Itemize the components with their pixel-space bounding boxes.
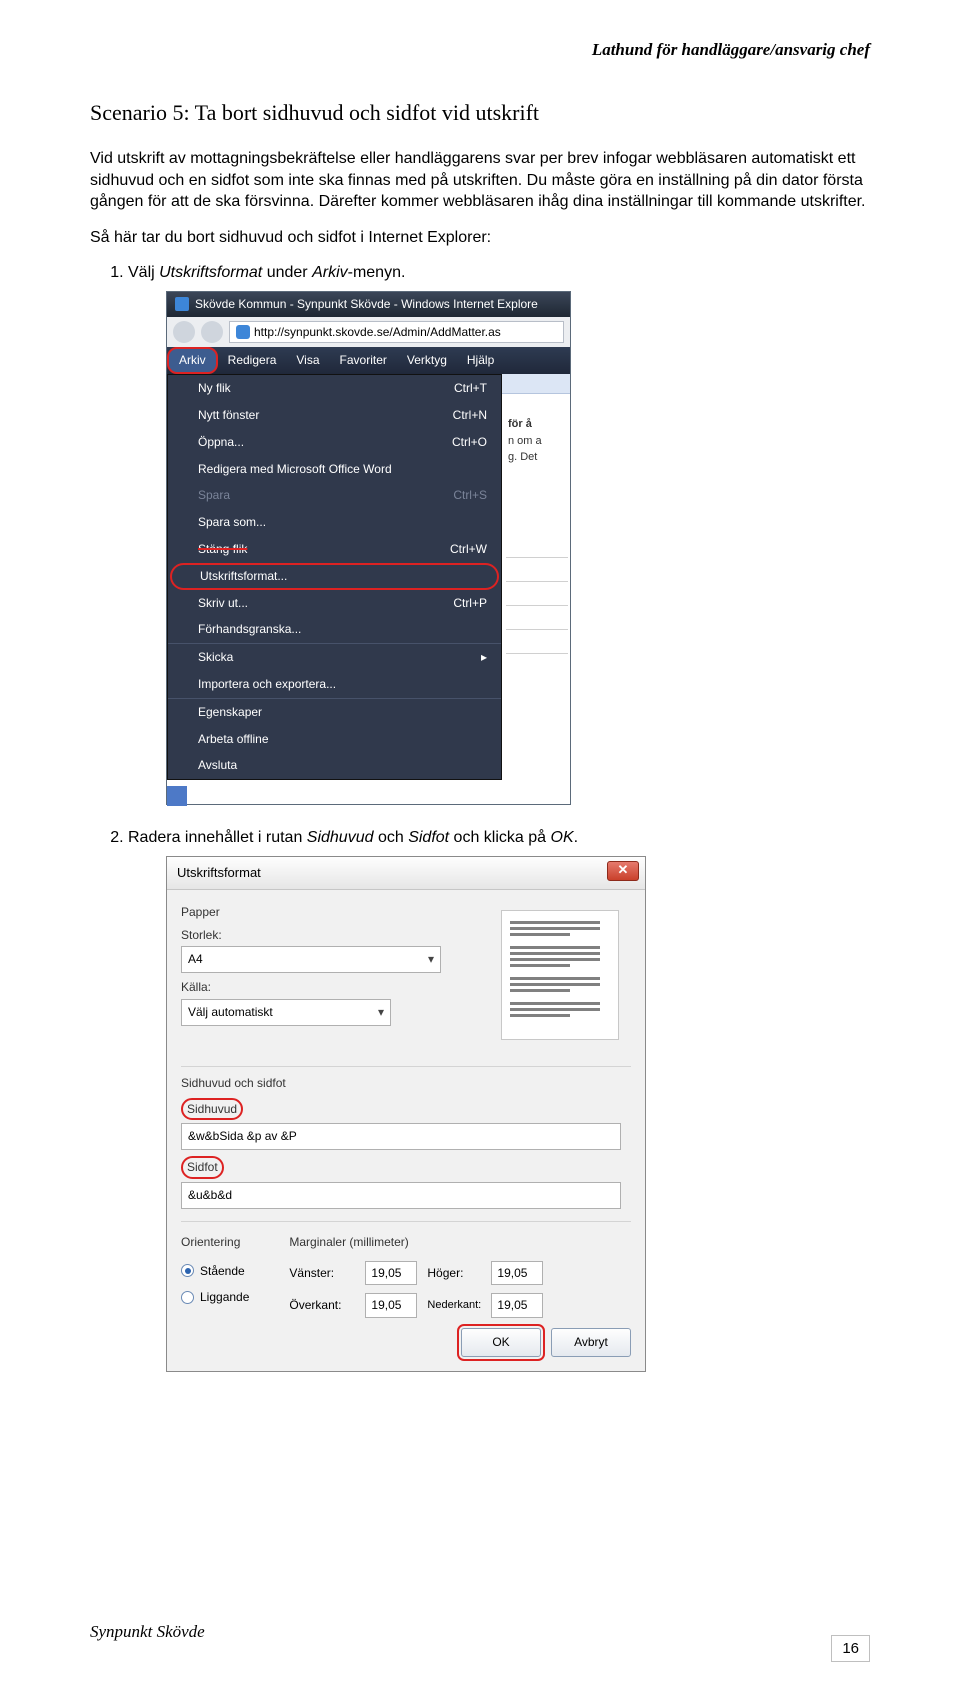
menu-avsluta[interactable]: Avsluta [168,752,501,779]
page-field-lines [506,534,568,674]
label-sidfot: Sidfot [181,1156,631,1179]
taskbar-peek [167,786,187,806]
menu-egenskaper[interactable]: Egenskaper [168,698,501,726]
menu-importera[interactable]: Importera och exportera... [168,671,501,698]
avbryt-button[interactable]: Avbryt [551,1328,631,1357]
url-text: http://synpunkt.skovde.se/Admin/AddMatte… [254,324,501,341]
radio-staende[interactable]: Stående [181,1263,249,1280]
paragraph-2: Så här tar du bort sidhuvud och sidfot i… [90,227,870,249]
radio-icon [181,1264,194,1277]
input-hoger[interactable]: 19,05 [491,1261,543,1286]
url-input[interactable]: http://synpunkt.skovde.se/Admin/AddMatte… [229,321,564,344]
group-orientering: Orientering [181,1234,249,1251]
list-item-1: Välj Utskriftsformat under Arkiv-menyn. … [128,262,870,805]
paragraph-1: Vid utskrift av mottagningsbekräftelse e… [90,148,870,213]
menu-redigera[interactable]: Redigera [218,347,287,374]
input-sidhuvud[interactable]: &w&bSida &p av &P [181,1123,621,1150]
menu-favoriter[interactable]: Favoriter [330,347,397,374]
page-preview [501,910,619,1040]
menu-spara: SparaCtrl+S [168,482,501,509]
ie-e-icon [236,325,250,339]
menu-sparasom[interactable]: Spara som... [168,509,501,536]
menu-stangflik[interactable]: Stäng flikCtrl+W [168,536,501,563]
group-papper: Papper [181,904,483,921]
input-nederkant[interactable]: 19,05 [491,1293,543,1318]
menu-skicka[interactable]: Skicka [168,643,501,671]
list-item-2: Radera innehållet i rutan Sidhuvud och S… [128,827,870,1372]
arkiv-dropdown: Ny flikCtrl+T Nytt fönsterCtrl+N Öppna..… [167,374,502,780]
footer-left: Synpunkt Skövde [90,1622,205,1642]
label-overkant: Överkant: [289,1297,355,1314]
menu-forhandsgranska[interactable]: Förhandsgranska... [168,616,501,643]
page-number: 16 [831,1635,870,1662]
forward-icon[interactable] [201,321,223,343]
menu-nyttfonster[interactable]: Nytt fönsterCtrl+N [168,402,501,429]
label-vanster: Vänster: [289,1265,355,1282]
document-header-right: Lathund för handläggare/ansvarig chef [90,40,870,60]
menu-hjalp[interactable]: Hjälp [457,347,504,374]
label-nederkant: Nederkant: [427,1298,481,1313]
input-sidfot[interactable]: &u&b&d [181,1182,621,1209]
menu-redigeramed[interactable]: Redigera med Microsoft Office Word [168,456,501,483]
label-sidhuvud: Sidhuvud [181,1098,631,1121]
ie-address-bar: http://synpunkt.skovde.se/Admin/AddMatte… [167,317,570,348]
select-storlek[interactable]: A4 [181,946,441,973]
input-vanster[interactable]: 19,05 [365,1261,417,1286]
menu-oppna[interactable]: Öppna...Ctrl+O [168,429,501,456]
back-icon[interactable] [173,321,195,343]
group-marginaler: Marginaler (millimeter) [289,1234,543,1251]
print-setup-dialog: Utskriftsformat ✕ Papper Storlek: A4 Käl… [166,856,646,1372]
scenario-title: Scenario 5: Ta bort sidhuvud och sidfot … [90,100,870,126]
menu-utskriftsformat[interactable]: Utskriftsformat... [170,563,499,590]
close-icon: ✕ [618,861,629,879]
ie-title-text: Skövde Kommun - Synpunkt Skövde - Window… [195,296,538,313]
close-button[interactable]: ✕ [607,861,639,881]
select-kalla[interactable]: Välj automatiskt [181,999,391,1026]
input-overkant[interactable]: 19,05 [365,1293,417,1318]
menu-visa[interactable]: Visa [286,347,329,374]
menu-arkiv[interactable]: Arkiv [167,347,218,374]
ie-title-bar: Skövde Kommun - Synpunkt Skövde - Window… [167,292,570,317]
label-kalla: Källa: [181,979,483,996]
page-peek: för å n om a g. Det [504,414,570,468]
menu-verktyg[interactable]: Verktyg [397,347,457,374]
menu-skrivut[interactable]: Skriv ut...Ctrl+P [168,590,501,617]
ie-menubar: Arkiv Redigera Visa Favoriter Verktyg Hj… [167,347,570,374]
menu-arbetaoffline[interactable]: Arbeta offline [168,726,501,753]
label-hoger: Höger: [427,1265,481,1282]
menu-nyflik[interactable]: Ny flikCtrl+T [168,375,501,402]
ie-icon [175,297,189,311]
label-storlek: Storlek: [181,927,483,944]
ie-window-screenshot: Skövde Kommun - Synpunkt Skövde - Window… [166,291,571,805]
ok-button[interactable]: OK [461,1328,541,1357]
radio-liggande[interactable]: Liggande [181,1289,249,1306]
radio-icon [181,1291,194,1304]
dialog-title: Utskriftsformat ✕ [167,857,645,890]
group-sidhuvudsidfot: Sidhuvud och sidfot [181,1075,631,1092]
